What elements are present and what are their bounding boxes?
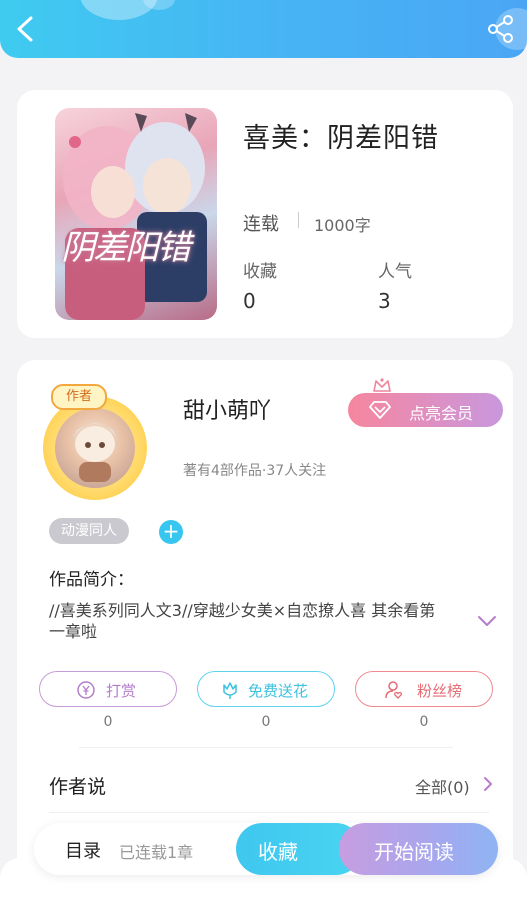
- fans-count: 0: [419, 714, 429, 730]
- reward-count: 0: [103, 714, 113, 730]
- reward-button[interactable]: 打赏: [39, 671, 177, 707]
- chevron-down-icon[interactable]: [477, 614, 497, 628]
- chevron-left-icon: [17, 16, 33, 42]
- divider: [298, 212, 299, 228]
- divider: [49, 812, 489, 813]
- start-reading-label: 开始阅读: [374, 840, 454, 864]
- fans-ranking-button[interactable]: 粉丝榜: [355, 671, 493, 707]
- chapter-status: 已连载1章: [119, 843, 194, 862]
- flower-icon: [223, 682, 237, 699]
- author-card: 作者 甜小萌吖 点亮会员 著有4部作品·37人关注 动漫同人 + 作品简介： /…: [17, 360, 513, 880]
- serial-status: 连载: [243, 214, 279, 235]
- cover-illustration: [63, 113, 207, 320]
- favorites-value: 0: [243, 289, 256, 313]
- vip-button-label: 点亮会员: [409, 404, 474, 423]
- author-stats: 著有4部作品·37人关注: [183, 463, 327, 479]
- author-avatar[interactable]: 作者: [43, 384, 147, 500]
- add-tag-button[interactable]: +: [159, 520, 183, 544]
- crown-icon: [373, 378, 391, 392]
- collect-label: 收藏: [258, 840, 298, 864]
- author-badge: 作者: [51, 384, 107, 410]
- avatar-image: [55, 408, 135, 488]
- back-button[interactable]: [10, 12, 44, 46]
- chevron-right-icon[interactable]: [483, 776, 493, 792]
- flower-count: 0: [261, 714, 271, 730]
- author-name[interactable]: 甜小萌吖: [183, 393, 271, 425]
- yen-coin-icon: [77, 681, 95, 699]
- bottom-action-bar: 目录 已连载1章 收藏 开始阅读: [34, 823, 498, 875]
- word-count: 1000字: [314, 216, 371, 235]
- popularity-value: 3: [378, 289, 391, 313]
- avatar-character-icon: [73, 423, 117, 482]
- popularity-label: 人气: [378, 262, 412, 282]
- book-title: 喜美：阴差阳错: [243, 123, 439, 154]
- fans-ranking-label: 粉丝榜: [417, 682, 463, 700]
- diamond-icon: [369, 401, 391, 419]
- divider: [79, 747, 453, 748]
- genre-tag[interactable]: 动漫同人: [49, 518, 129, 544]
- intro-text: //喜美系列同人文3//穿越少女美×自恋撩人喜 其余看第一章啦: [49, 601, 436, 641]
- view-all-link[interactable]: 全部(0): [415, 774, 470, 798]
- vip-button[interactable]: 点亮会员: [348, 378, 503, 427]
- send-flower-button[interactable]: 免费送花: [197, 671, 335, 707]
- share-button[interactable]: [484, 12, 518, 46]
- send-flower-label: 免费送花: [248, 682, 309, 700]
- reward-label: 打赏: [106, 682, 137, 700]
- intro-heading: 作品简介：: [49, 570, 134, 590]
- share-icon: [488, 15, 513, 43]
- favorites-label: 收藏: [243, 262, 277, 282]
- cover-title: 阴差阳错: [61, 228, 191, 268]
- book-info-card: 阴差阳错 喜美：阴差阳错 连载 1000字 收藏 0 人气 3: [17, 90, 513, 338]
- toc-button[interactable]: 目录: [65, 837, 101, 863]
- user-heart-icon: [385, 681, 402, 699]
- book-cover[interactable]: 阴差阳错: [55, 108, 217, 320]
- author-says-heading: 作者说: [49, 776, 107, 798]
- start-reading-button[interactable]: 开始阅读: [339, 823, 498, 875]
- top-header: [0, 0, 527, 58]
